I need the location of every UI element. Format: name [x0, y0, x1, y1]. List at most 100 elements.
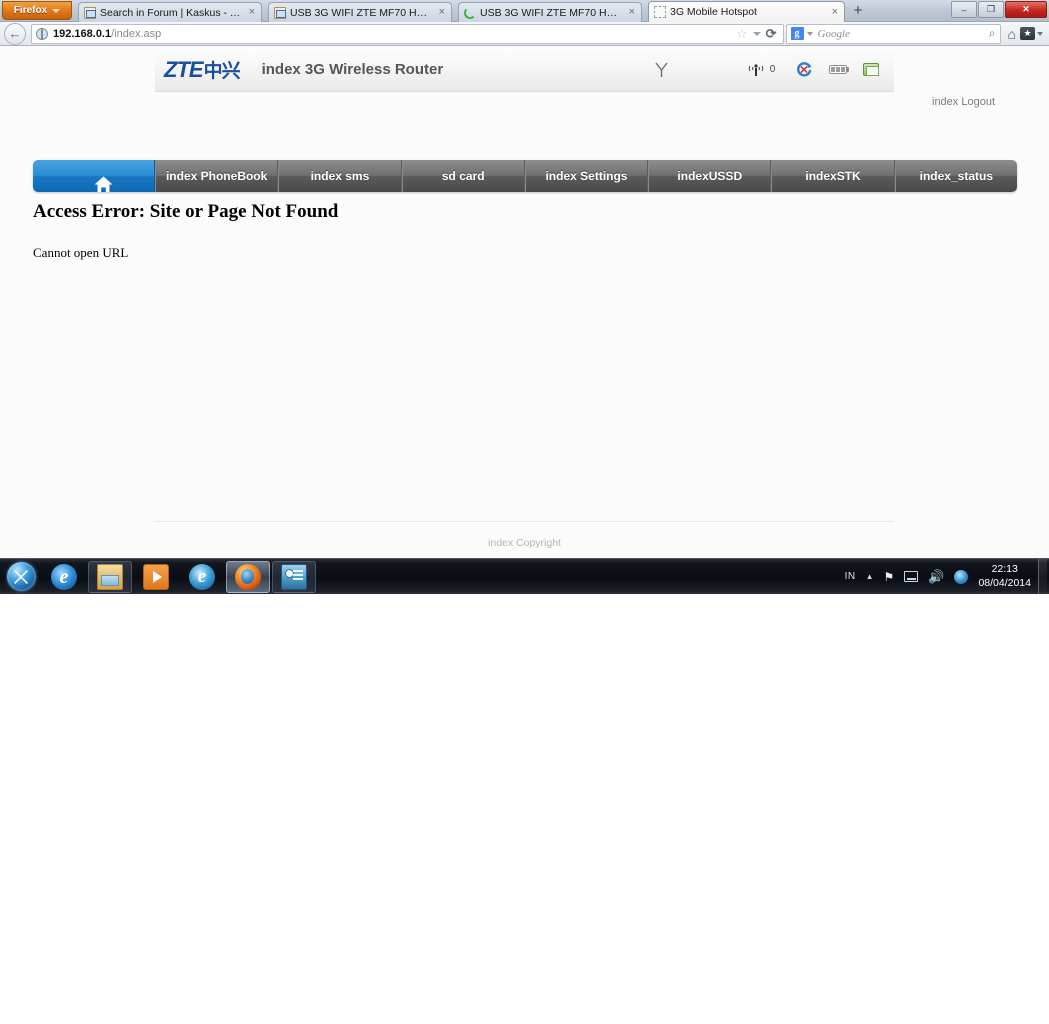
taskbar-item-windows-explorer[interactable]: [88, 560, 132, 593]
status-icon-bar: 0 ✕: [641, 48, 894, 91]
browser-tab-1[interactable]: Search in Forum | Kaskus - The Large... …: [78, 2, 262, 22]
back-button[interactable]: ←: [4, 22, 26, 45]
copyright-text: index Copyright: [488, 537, 561, 549]
web-content-viewport: ZTE 中兴 index 3G Wireless Router 0 ✕ inde…: [0, 46, 1049, 558]
search-input[interactable]: Google: [818, 28, 850, 40]
search-bar[interactable]: g Google ⌕: [785, 23, 1001, 44]
firefox-app-menu-button[interactable]: Firefox: [2, 1, 72, 20]
bookmarks-button[interactable]: ★: [1020, 27, 1043, 40]
browser-tab-2-title: USB 3G WIFI ZTE MF70 HSPA+ 21.6M...: [290, 6, 437, 19]
bookmark-star-icon[interactable]: ☆: [736, 26, 748, 42]
folder-icon: [97, 563, 123, 590]
clock-time: 22:13: [991, 563, 1018, 576]
sms-icon: [856, 63, 886, 76]
connection-status-icon: ✕: [786, 61, 822, 78]
nav-item-home[interactable]: [33, 160, 155, 192]
media-play-icon: [143, 563, 169, 590]
chevron-down-icon[interactable]: [752, 31, 761, 36]
browser-tab-4-close-icon[interactable]: ×: [830, 6, 840, 18]
tab-strip: Firefox Search in Forum | Kaskus - The L…: [0, 0, 1049, 22]
close-button[interactable]: ✕: [1005, 1, 1047, 18]
search-icon[interactable]: ⌕: [989, 26, 996, 41]
taskbar-item-media-player[interactable]: [134, 561, 178, 593]
clock-date: 08/04/2014: [978, 576, 1031, 589]
device-icon: [281, 563, 307, 590]
windows-taskbar: e e IN ▲ ⚑ 🔊 22:13 08/04/2014: [0, 558, 1049, 594]
error-title: Access Error: Site or Page Not Found: [33, 201, 339, 222]
battery-icon: [822, 65, 856, 74]
chevron-down-icon: [52, 8, 61, 13]
browser-tab-1-close-icon[interactable]: ×: [247, 7, 257, 18]
firefox-app-menu-label: Firefox: [13, 5, 48, 16]
nav-item-status[interactable]: index_status: [894, 160, 1017, 192]
show-hidden-icons-button[interactable]: ▲: [861, 559, 879, 594]
tray-browser-icon[interactable]: [949, 559, 973, 594]
address-bar-actions: ☆ ⟳: [736, 26, 779, 42]
nav-item-sms[interactable]: index sms: [278, 160, 402, 192]
network-icon[interactable]: [899, 559, 923, 594]
firefox-icon: [235, 563, 261, 590]
zte-logo-latin: ZTE: [164, 57, 204, 82]
browser-tab-4[interactable]: 3G Mobile Hotspot ×: [648, 1, 845, 22]
nav-item-phonebook[interactable]: index PhoneBook: [155, 160, 279, 192]
blank-page-icon: [654, 6, 666, 18]
wifi-signal-icon: 0: [736, 62, 786, 78]
nav-item-settings[interactable]: index Settings: [524, 160, 649, 192]
bookmarks-star-icon: ★: [1020, 27, 1035, 40]
google-icon[interactable]: g: [790, 27, 804, 40]
action-center-flag-icon[interactable]: ⚑: [878, 559, 899, 594]
browser-tab-3-title: USB 3G WIFI ZTE MF70 HSPA+ 21.6M...: [480, 6, 627, 19]
antenna-icon: [654, 62, 668, 77]
chevron-down-icon[interactable]: [806, 31, 813, 36]
globe-icon: [36, 27, 48, 40]
taskbar-item-internet-explorer[interactable]: e: [42, 561, 86, 593]
system-tray: IN ▲ ⚑ 🔊 22:13 08/04/2014: [840, 559, 1049, 594]
taskbar-item-browser-secondary[interactable]: e: [180, 561, 224, 593]
nav-item-stk[interactable]: indexSTK: [771, 160, 895, 192]
router-navigation: index PhoneBook index sms sd card index …: [33, 160, 1017, 192]
firefox-browser-window: Firefox Search in Forum | Kaskus - The L…: [0, 0, 1049, 594]
address-bar-path: /index.asp: [111, 27, 162, 40]
mail-icon: [274, 6, 286, 19]
zte-logo: ZTE 中兴: [164, 56, 241, 83]
taskbar-item-zte-connect[interactable]: [272, 560, 316, 593]
nav-item-sd-card[interactable]: sd card: [401, 160, 525, 192]
logout-link[interactable]: index Logout: [932, 96, 995, 108]
router-header: ZTE 中兴 index 3G Wireless Router 0 ✕: [155, 48, 894, 92]
restore-button[interactable]: ❐: [978, 1, 1004, 18]
ie-icon: e: [51, 563, 77, 590]
reload-icon[interactable]: ⟳: [766, 26, 777, 42]
wifi-client-count: 0: [769, 64, 776, 75]
window-controls: – ❐ ✕: [951, 1, 1047, 18]
windows-logo-icon: [6, 562, 36, 591]
browser-tab-4-title: 3G Mobile Hotspot: [670, 6, 757, 18]
zte-logo-cjk: 中兴: [203, 61, 241, 82]
browser-tab-3[interactable]: USB 3G WIFI ZTE MF70 HSPA+ 21.6M... ×: [458, 2, 642, 22]
logout-row: index Logout: [155, 92, 1017, 110]
nav-item-ussd[interactable]: indexUSSD: [648, 160, 772, 192]
home-button[interactable]: ⌂: [1008, 26, 1016, 42]
error-message: Cannot open URL: [33, 245, 129, 260]
show-desktop-button[interactable]: [1038, 559, 1047, 594]
clock[interactable]: 22:13 08/04/2014: [973, 563, 1038, 589]
browser-toolbar: ← 192.168.0.1 /index.asp ☆ ⟳ g Google ⌕ …: [0, 22, 1049, 46]
chevron-down-icon: [1037, 31, 1043, 36]
main-content: Access Error: Site or Page Not Found Can…: [33, 201, 1017, 261]
start-button[interactable]: [2, 561, 40, 593]
page-title: index 3G Wireless Router: [261, 61, 444, 78]
browser-tab-3-close-icon[interactable]: ×: [627, 7, 637, 18]
browser-tab-1-title: Search in Forum | Kaskus - The Large...: [100, 6, 247, 19]
disconnected-x-icon: ✕: [799, 64, 809, 76]
address-bar-host: 192.168.0.1: [53, 27, 112, 40]
new-tab-button[interactable]: +: [848, 3, 868, 21]
browser-tab-2[interactable]: USB 3G WIFI ZTE MF70 HSPA+ 21.6M... ×: [268, 2, 452, 22]
language-indicator[interactable]: IN: [840, 559, 861, 594]
address-bar[interactable]: 192.168.0.1 /index.asp ☆ ⟳: [31, 23, 784, 44]
browser-tab-2-close-icon[interactable]: ×: [437, 7, 447, 18]
volume-icon[interactable]: 🔊: [923, 559, 949, 594]
taskbar-item-firefox[interactable]: [226, 560, 270, 593]
mail-icon: [84, 6, 96, 19]
ie2-icon: e: [189, 563, 215, 590]
minimize-button[interactable]: –: [951, 1, 977, 18]
loading-spinner-icon: [464, 6, 476, 19]
